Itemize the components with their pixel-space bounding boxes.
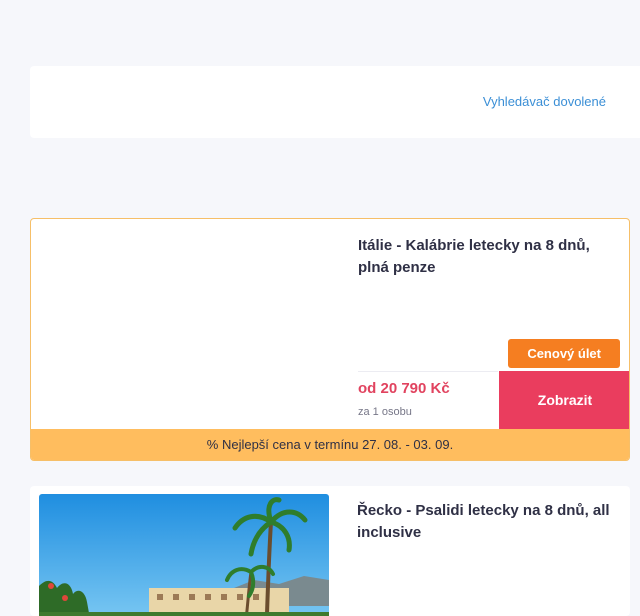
price-drop-badge: Cenový úlet [508, 339, 620, 368]
offer-title[interactable]: Itálie - Kalábrie letecky na 8 dnů, plná… [358, 235, 618, 279]
show-offer-button[interactable]: Zobrazit [499, 371, 629, 429]
offer-price: od 20 790 Kč [358, 380, 450, 397]
offer-card[interactable]: Řecko - Psalidi letecky na 8 dnů, all in… [30, 486, 630, 616]
divider [358, 371, 498, 372]
search-bar: Vyhledávač dovolené [30, 66, 640, 138]
offer-photo[interactable] [39, 494, 329, 616]
holiday-search-link[interactable]: Vyhledávač dovolené [483, 94, 606, 109]
offer-image-placeholder[interactable] [40, 227, 330, 417]
resort-photo-image [39, 494, 329, 616]
offer-title[interactable]: Řecko - Psalidi letecky na 8 dnů, all in… [357, 500, 617, 544]
offer-card[interactable]: Itálie - Kalábrie letecky na 8 dnů, plná… [30, 218, 630, 461]
price-note: za 1 osobu [358, 406, 412, 418]
best-price-banner: % Nejlepší cena v termínu 27. 08. - 03. … [31, 429, 629, 460]
